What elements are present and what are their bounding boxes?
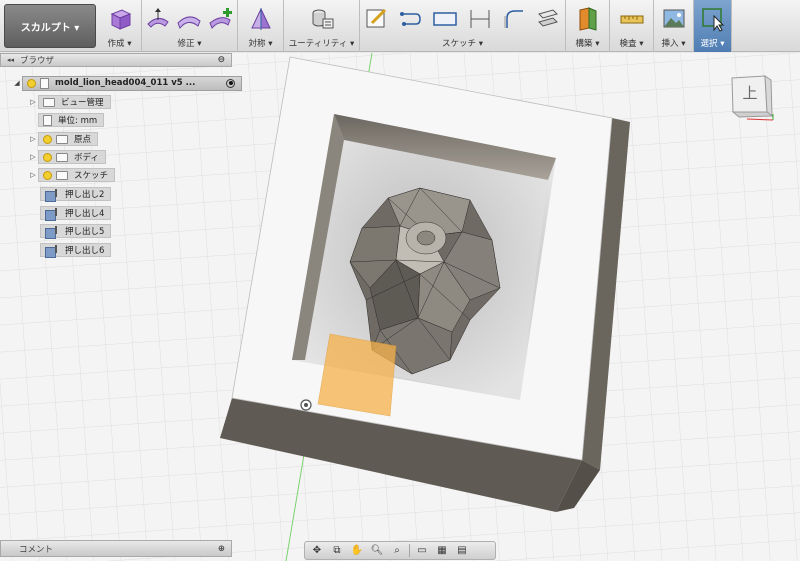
group-label-utility: ユーティリティ ▾ [288,39,355,49]
model-scene[interactable] [0,53,800,561]
toolbar-group-utility[interactable]: ユーティリティ ▾ [284,0,360,52]
browser-item-bodies[interactable]: ▷ ボディ [28,150,106,164]
collapse-panel-icon[interactable]: ⊖ [217,55,225,65]
group-label-insert: 挿入 ▾ [661,39,686,49]
folder-icon [56,170,68,180]
browser-item-label: ボディ [74,153,99,163]
create-box-icon[interactable] [107,6,133,32]
navigation-bar: ✥ ⧉ ✋ 🔍︎ ⌕ ▭ ▦ ▤ [304,541,496,560]
toolbar-group-create[interactable]: 作成 ▾ [98,0,142,52]
browser-item-label: 単位: mm [58,116,98,126]
pan-hand-icon[interactable]: ✋ [349,544,365,557]
group-label-select: 選択 ▾ [700,39,725,49]
view-cube[interactable]: 上 [727,70,774,121]
symmetry-icon[interactable] [248,6,274,32]
comments-panel-header[interactable]: コメント ⊕ [0,540,232,557]
zoom-icon[interactable]: 🔍︎ [369,544,385,557]
group-label-inspect: 検査 ▾ [619,39,644,49]
folder-icon [56,134,68,144]
edit-form-icon[interactable] [145,6,171,32]
browser-title: ブラウザ [20,56,55,66]
measure-icon[interactable] [619,6,645,32]
browser-item-origin[interactable]: ▷ 原点 [28,132,99,146]
workspace-switcher-button[interactable]: スカルプト ▾ [4,4,96,48]
select-cursor-icon[interactable] [700,6,726,32]
browser-panel: ◂◂ ブラウザ ⊖ [0,53,232,67]
browser-item-view-management[interactable]: ▷ ビュー管理 [28,95,111,109]
extrude-feature-icon [45,207,59,221]
comments-label: コメント [19,544,54,555]
toolbar-group-inspect[interactable]: 検査 ▾ [610,0,654,52]
orbit-icon[interactable]: ✥ [309,544,325,557]
lightbulb-icon[interactable] [43,134,52,144]
dimension-tool-icon[interactable] [467,6,493,32]
toolbar: スカルプト ▾ 作成 ▾ 修正 ▾ 対称 ▾ ユーティリティ ▾ スケッチ ▾ … [0,0,800,52]
group-label-sketch: スケッチ ▾ [442,39,483,49]
rectangle-tool-icon[interactable] [432,6,458,32]
canvas-viewport[interactable] [0,53,800,561]
grid-settings-icon[interactable]: ▦ [434,544,450,557]
lightbulb-icon[interactable] [43,152,52,162]
viewports-icon[interactable]: ▤ [454,544,470,557]
triangle-right-icon[interactable]: ▷ [28,135,38,143]
browser-item-extrude-4[interactable]: 押し出し4 [40,206,112,221]
browser-item-label: 押し出し6 [65,246,105,256]
folder-icon [43,97,55,107]
double-left-arrow-icon[interactable]: ◂◂ [7,56,14,64]
lightbulb-icon[interactable] [27,78,36,88]
activate-radio-icon[interactable] [226,78,235,88]
toolbar-group-symmetry[interactable]: 対称 ▾ [238,0,284,52]
group-label-create: 作成 ▾ [107,39,132,49]
insert-edge-icon[interactable] [176,6,202,32]
triangle-down-icon[interactable]: ◢ [12,79,22,87]
document-icon [43,114,52,126]
group-label-modify: 修正 ▾ [177,39,202,49]
extrude-feature-icon [45,244,59,258]
toolbar-group-sketch[interactable]: スケッチ ▾ [360,0,566,52]
toolbar-group-modify[interactable]: 修正 ▾ [142,0,238,52]
triangle-right-icon[interactable]: ▷ [28,171,38,179]
construct-plane-icon[interactable] [575,6,601,32]
workspace-label: スカルプト ▾ [20,22,80,34]
utility-cylinder-icon[interactable] [309,6,335,32]
document-icon [40,77,49,89]
look-at-icon[interactable]: ⧉ [329,544,345,557]
line-tool-icon[interactable] [398,6,424,32]
browser-item-extrude-2[interactable]: 押し出し2 [40,187,112,202]
browser-item-label: 押し出し2 [65,190,105,200]
separator [409,544,410,557]
root-document-name: mold_lion_head004_011 v5 ... [55,78,196,88]
extrude-feature-icon [45,188,59,202]
extrude-feature-icon [45,225,59,239]
browser-item-label: 押し出し4 [65,209,105,219]
fit-zoom-icon[interactable]: ⌕ [389,544,405,557]
group-label-symmetry: 対称 ▾ [248,39,273,49]
project-tool-icon[interactable] [535,6,561,32]
triangle-right-icon[interactable]: ▷ [28,153,38,161]
browser-item-sketches[interactable]: ▷ スケッチ [28,168,116,182]
toolbar-group-insert[interactable]: 挿入 ▾ [654,0,694,52]
triangle-right-icon[interactable]: ▷ [28,98,38,106]
create-sketch-icon[interactable] [364,6,390,32]
subdivide-add-icon[interactable] [208,6,234,32]
browser-root-node[interactable]: ◢ mold_lion_head004_011 v5 ... [12,75,242,91]
toolbar-group-select[interactable]: 選択 ▾ [694,0,732,52]
browser-item-label: スケッチ [74,171,109,181]
group-label-construct: 構築 ▾ [575,39,600,49]
browser-item-label: ビュー管理 [61,98,104,108]
insert-image-icon[interactable] [661,6,687,32]
browser-header[interactable]: ◂◂ ブラウザ ⊖ [0,53,232,67]
view-cube-face-label: 上 [742,84,758,102]
toolbar-group-construct[interactable]: 構築 ▾ [566,0,610,52]
display-settings-icon[interactable]: ▭ [414,544,430,557]
browser-item-extrude-5[interactable]: 押し出し5 [40,224,112,239]
browser-item-units[interactable]: 単位: mm [38,113,105,127]
lightbulb-icon[interactable] [43,170,52,180]
browser-item-extrude-6[interactable]: 押し出し6 [40,243,112,258]
folder-icon [56,152,68,162]
fillet-tool-icon[interactable] [501,6,527,32]
browser-item-label: 原点 [74,135,92,145]
add-comment-icon[interactable]: ⊕ [218,544,225,554]
browser-item-label: 押し出し5 [65,227,105,237]
